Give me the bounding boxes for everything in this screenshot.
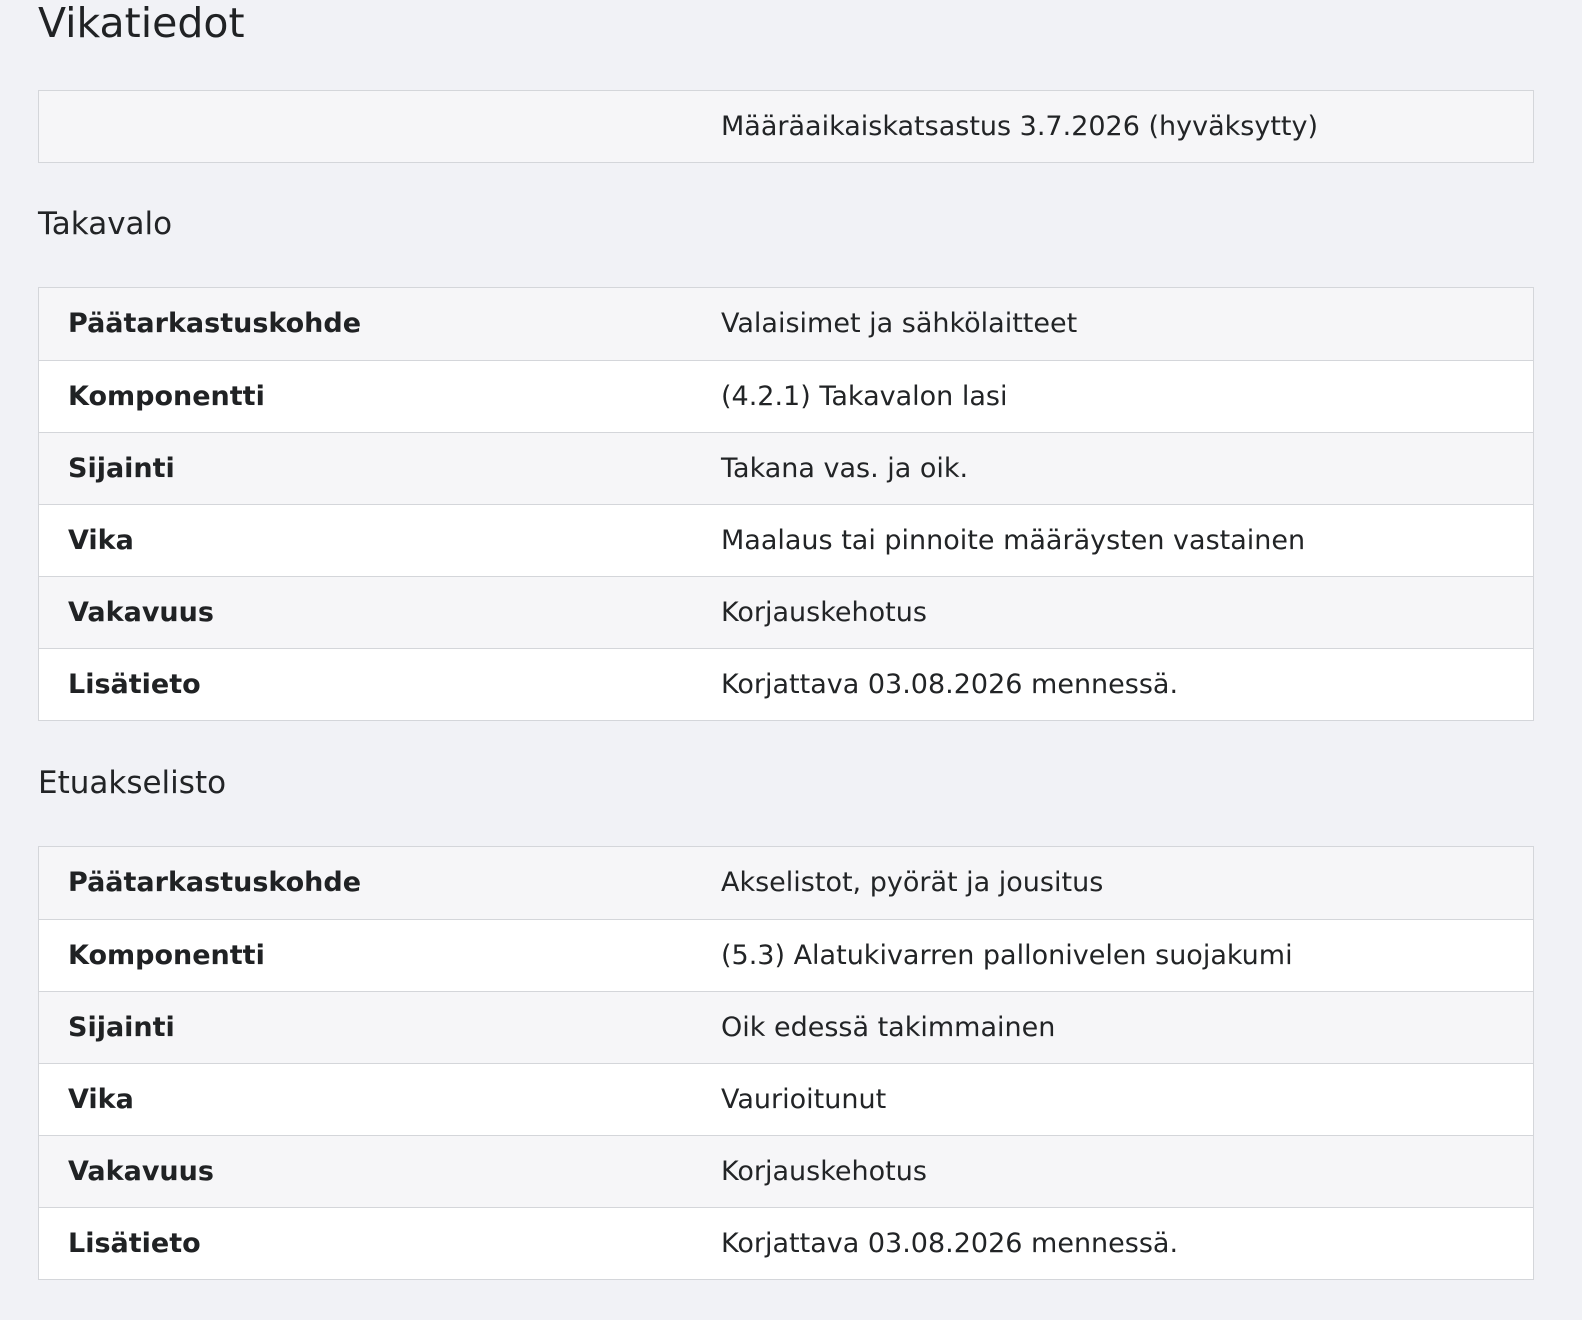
- row-value: Korjauskehotus: [721, 1156, 927, 1187]
- table-row: Lisätieto Korjattava 03.08.2026 mennessä…: [39, 648, 1533, 720]
- row-value: (5.3) Alatukivarren pallonivelen suojaku…: [721, 940, 1293, 971]
- row-label: Vika: [68, 525, 134, 556]
- inspection-summary: Määräaikaiskatsastus 3.7.2026 (hyväksytt…: [38, 90, 1534, 163]
- table-row: Vakavuus Korjauskehotus: [39, 576, 1533, 648]
- defect-details-page: Vikatiedot Määräaikaiskatsastus 3.7.2026…: [0, 0, 1582, 1320]
- row-label: Lisätieto: [68, 1228, 201, 1259]
- table-row: Päätarkastuskohde Valaisimet ja sähkölai…: [39, 288, 1533, 360]
- table-row: Päätarkastuskohde Akselistot, pyörät ja …: [39, 847, 1533, 919]
- row-label: Komponentti: [68, 940, 265, 971]
- row-label: Sijainti: [68, 1012, 175, 1043]
- row-value: Oik edessä takimmainen: [721, 1012, 1056, 1043]
- row-value: Valaisimet ja sähkölaitteet: [721, 308, 1078, 339]
- table-row: Sijainti Takana vas. ja oik.: [39, 432, 1533, 504]
- row-value: Korjauskehotus: [721, 597, 927, 628]
- section-heading-takavalo: Takavalo: [38, 206, 173, 242]
- row-value: Korjattava 03.08.2026 mennessä.: [721, 1228, 1179, 1259]
- table-row: Sijainti Oik edessä takimmainen: [39, 991, 1533, 1063]
- table-row: Vika Maalaus tai pinnoite määräysten vas…: [39, 504, 1533, 576]
- table-row: Vika Vaurioitunut: [39, 1063, 1533, 1135]
- table-row: Komponentti (5.3) Alatukivarren palloniv…: [39, 919, 1533, 991]
- row-label: Lisätieto: [68, 669, 201, 700]
- row-value: (4.2.1) Takavalon lasi: [721, 381, 1008, 412]
- defect-table-takavalo: Päätarkastuskohde Valaisimet ja sähkölai…: [38, 287, 1534, 721]
- table-row: Lisätieto Korjattava 03.08.2026 mennessä…: [39, 1207, 1533, 1279]
- row-label: Vakavuus: [68, 1156, 214, 1187]
- row-label: Vakavuus: [68, 597, 214, 628]
- row-label: Vika: [68, 1084, 134, 1115]
- row-value: Akselistot, pyörät ja jousitus: [721, 867, 1104, 898]
- row-value: Maalaus tai pinnoite määräysten vastaine…: [721, 525, 1306, 556]
- inspection-summary-text: Määräaikaiskatsastus 3.7.2026 (hyväksytt…: [721, 111, 1319, 142]
- defect-table-etuakselisto: Päätarkastuskohde Akselistot, pyörät ja …: [38, 846, 1534, 1280]
- row-label: Sijainti: [68, 453, 175, 484]
- row-label: Päätarkastuskohde: [68, 308, 362, 339]
- row-value: Korjattava 03.08.2026 mennessä.: [721, 669, 1179, 700]
- row-label: Komponentti: [68, 381, 265, 412]
- table-row: Komponentti (4.2.1) Takavalon lasi: [39, 360, 1533, 432]
- row-label: Päätarkastuskohde: [68, 867, 362, 898]
- row-value: Vaurioitunut: [721, 1084, 887, 1115]
- page-title: Vikatiedot: [38, 0, 245, 47]
- section-heading-etuakselisto: Etuakselisto: [38, 765, 227, 801]
- table-row: Vakavuus Korjauskehotus: [39, 1135, 1533, 1207]
- row-value: Takana vas. ja oik.: [721, 453, 969, 484]
